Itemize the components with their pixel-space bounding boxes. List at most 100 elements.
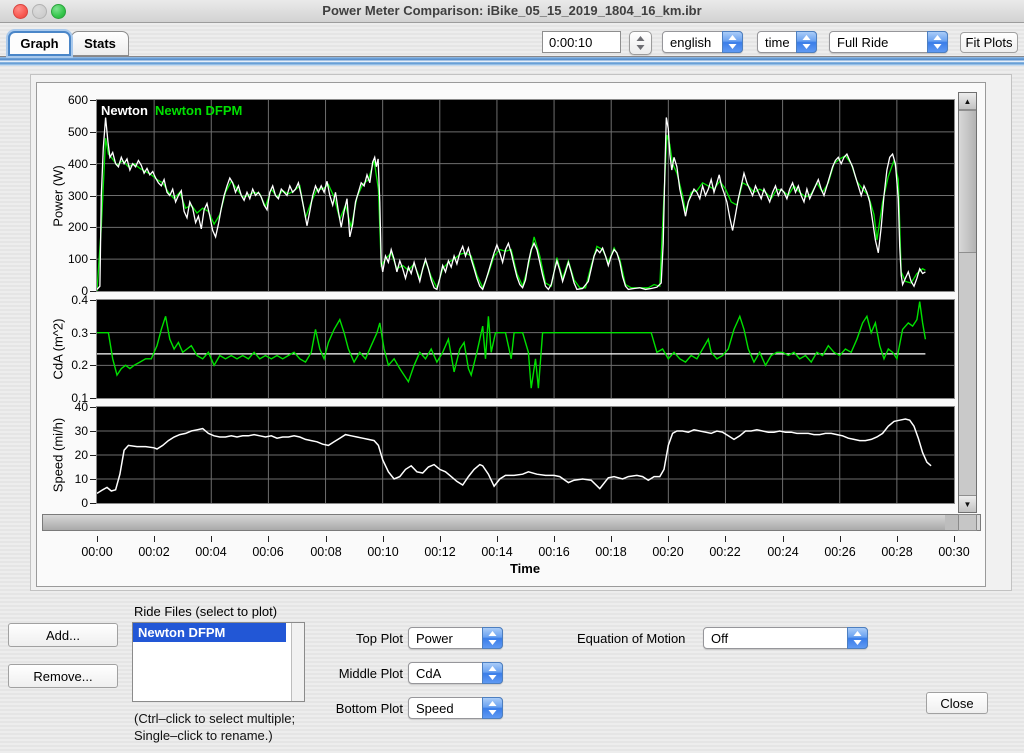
tab-stats[interactable]: Stats <box>71 31 129 56</box>
x-tick-label: 00:30 <box>931 545 977 559</box>
middle-plot-label: Middle Plot <box>303 666 403 681</box>
bottom-plot-popup[interactable]: Speed <box>408 697 503 719</box>
speed-plot[interactable] <box>96 406 955 504</box>
y-tick-mark <box>90 455 96 456</box>
ride-files-list[interactable]: Newton DFPM <box>132 622 305 702</box>
window-title: Power Meter Comparison: iBike_05_15_2019… <box>0 3 1024 18</box>
y-tick-mark <box>90 479 96 480</box>
up-arrow-icon: ▲ <box>964 97 972 106</box>
plots-horizontal-scrollbar[interactable] <box>42 514 981 531</box>
x-tick-mark <box>497 536 498 542</box>
popup-chevrons-icon <box>722 31 743 53</box>
popup-chevrons-icon <box>482 627 503 649</box>
y-tick-mark <box>90 300 96 301</box>
x-tick-label: 00:10 <box>360 545 406 559</box>
y-tick-mark <box>90 100 96 101</box>
series-newton-dfpm <box>97 302 925 389</box>
x-tick-mark <box>668 536 669 542</box>
x-tick-label: 00:06 <box>245 545 291 559</box>
y-tick-mark <box>90 407 96 408</box>
legend-newton-dfpm: Newton DFPM <box>155 103 242 118</box>
x-tick-label: 00:04 <box>188 545 234 559</box>
x-tick-label: 00:00 <box>74 545 120 559</box>
y-tick-mark <box>90 227 96 228</box>
ride-files-hint: (Ctrl–click to select multiple; Single–c… <box>134 710 295 744</box>
down-arrow-icon: ▼ <box>964 500 972 509</box>
y-tick-mark <box>90 291 96 292</box>
power-axis-label: Power (W) <box>51 165 66 226</box>
scroll-down-button[interactable]: ▼ <box>959 495 976 512</box>
x-tick-label: 00:22 <box>702 545 748 559</box>
top-plot-popup[interactable]: Power <box>408 627 503 649</box>
x-tick-mark <box>840 536 841 542</box>
x-tick-mark <box>554 536 555 542</box>
y-tick-label: 600 <box>40 93 88 107</box>
y-tick-mark <box>90 398 96 399</box>
interval-field[interactable] <box>542 31 621 53</box>
scroll-up-button[interactable]: ▲ <box>959 93 976 110</box>
y-tick-label: 0.4 <box>40 293 88 307</box>
x-tick-label: 00:18 <box>588 545 634 559</box>
tab-graph[interactable]: Graph <box>8 31 71 56</box>
remove-button[interactable]: Remove... <box>8 664 118 688</box>
x-tick-label: 00:16 <box>531 545 577 559</box>
x-tick-mark <box>154 536 155 542</box>
y-tick-mark <box>90 503 96 504</box>
x-tick-mark <box>783 536 784 542</box>
x-axis-title: Time <box>475 561 575 576</box>
x-tick-label: 00:28 <box>874 545 920 559</box>
x-tick-mark <box>725 536 726 542</box>
popup-chevrons-icon <box>482 662 503 684</box>
units-popup[interactable]: english <box>662 31 743 53</box>
stepper-arrows-icon <box>636 36 645 50</box>
y-tick-label: 100 <box>40 252 88 266</box>
bottom-plot-label: Bottom Plot <box>303 701 403 716</box>
x-axis-mode-value: time <box>765 35 790 50</box>
top-plot-value: Power <box>416 631 453 646</box>
fit-plots-button[interactable]: Fit Plots <box>960 32 1018 53</box>
x-tick-mark <box>97 536 98 542</box>
x-tick-label: 00:12 <box>417 545 463 559</box>
hint-line-2: Single–click to rename.) <box>134 727 295 744</box>
popup-chevrons-icon <box>847 627 868 649</box>
x-tick-label: 00:24 <box>760 545 806 559</box>
bottom-plot-value: Speed <box>416 701 454 716</box>
app-window: Power Meter Comparison: iBike_05_15_2019… <box>0 0 1024 753</box>
range-popup-value: Full Ride <box>837 35 888 50</box>
close-button[interactable]: Close <box>926 692 988 714</box>
y-tick-label: 0 <box>40 496 88 510</box>
power-plot[interactable] <box>96 99 955 292</box>
equation-of-motion-popup[interactable]: Off <box>703 627 868 649</box>
interval-stepper[interactable] <box>629 31 652 55</box>
x-axis-mode-popup[interactable]: time <box>757 31 817 53</box>
x-tick-mark <box>611 536 612 542</box>
series-newton-dfpm <box>97 135 925 291</box>
top-plot-label: Top Plot <box>303 631 403 646</box>
y-tick-mark <box>90 431 96 432</box>
hint-line-1: (Ctrl–click to select multiple; <box>134 710 295 727</box>
x-tick-mark <box>268 536 269 542</box>
tab-stats-label: Stats <box>84 36 116 51</box>
cda-plot[interactable] <box>96 299 955 399</box>
x-tick-mark <box>954 536 955 542</box>
x-tick-label: 00:26 <box>817 545 863 559</box>
x-tick-mark <box>440 536 441 542</box>
range-popup[interactable]: Full Ride <box>829 31 948 53</box>
popup-chevrons-icon <box>482 697 503 719</box>
title-bar: Power Meter Comparison: iBike_05_15_2019… <box>0 0 1024 23</box>
vertical-scrollbar-thumb[interactable] <box>959 110 976 253</box>
x-tick-label: 00:20 <box>645 545 691 559</box>
middle-plot-popup[interactable]: CdA <box>408 662 503 684</box>
units-popup-value: english <box>670 35 711 50</box>
ride-files-label: Ride Files (select to plot) <box>134 604 277 619</box>
popup-chevrons-icon <box>796 31 817 53</box>
cda-axis-label: CdA (m^2) <box>51 318 66 379</box>
tab-graph-label: Graph <box>20 36 58 51</box>
x-tick-mark <box>897 536 898 542</box>
legend: Newton Newton DFPM <box>101 103 242 118</box>
horizontal-scrollbar-thumb[interactable] <box>43 515 946 530</box>
y-tick-label: 40 <box>40 400 88 414</box>
add-button[interactable]: Add... <box>8 623 118 647</box>
list-item-newton-dfpm[interactable]: Newton DFPM <box>133 623 286 642</box>
plots-vertical-scrollbar[interactable]: ▲ ▼ <box>958 92 977 513</box>
